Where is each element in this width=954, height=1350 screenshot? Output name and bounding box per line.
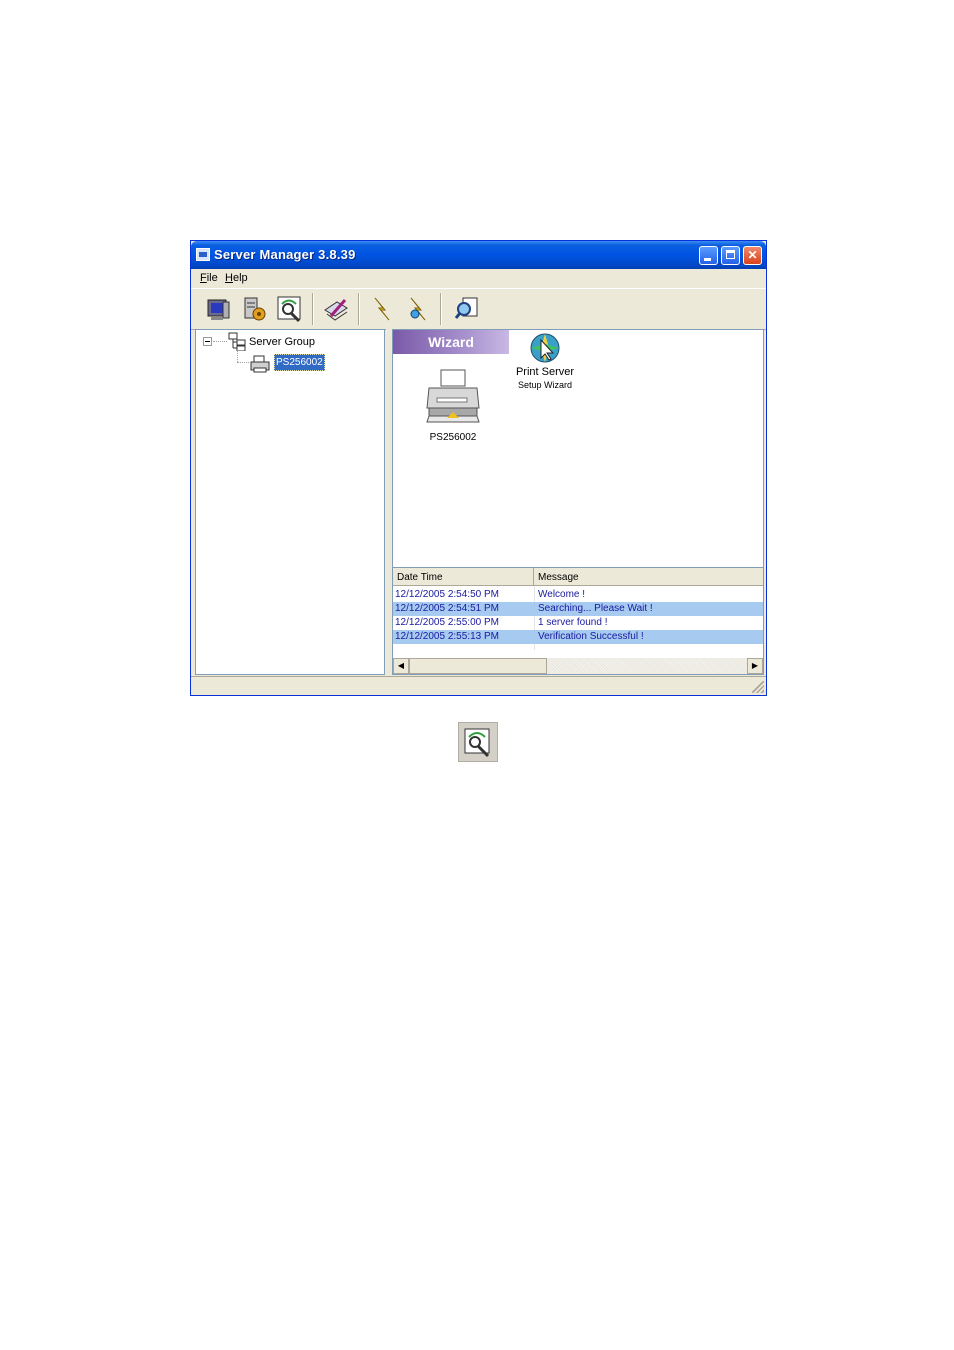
menu-file[interactable]: File (200, 272, 218, 284)
minimize-icon (704, 258, 711, 261)
tree-line (213, 341, 227, 342)
log-datetime: 12/12/2005 2:55:13 PM (395, 631, 499, 642)
toolbar-flash-reset-button[interactable] (403, 294, 433, 324)
log-message: Searching... Please Wait ! (538, 603, 653, 614)
printer-label: PS256002 (429, 432, 477, 443)
tree-collapse-toggle[interactable] (203, 337, 212, 346)
toolbar-search-verify-button[interactable] (275, 294, 305, 324)
search-verify-icon (277, 296, 301, 323)
log-row[interactable]: 12/12/2005 2:55:13 PM Verification Succe… (393, 630, 763, 644)
column-header-datetime[interactable]: Date Time (393, 568, 534, 586)
scroll-left-button[interactable]: ◀ (393, 658, 409, 674)
close-button[interactable]: ✕ (743, 246, 762, 265)
toolbar-flash-button[interactable] (367, 294, 397, 324)
setup-wizard-label-line1: Print Server (515, 366, 575, 378)
tree-item-server-group[interactable]: Server Group (249, 336, 315, 348)
log-datetime: 12/12/2005 2:55:00 PM (395, 617, 499, 628)
window-title: Server Manager 3.8.39 (214, 247, 356, 262)
server-tree[interactable]: Server Group PS256002 (195, 329, 385, 675)
toolbar-separator (312, 293, 314, 325)
toolbar-separator (358, 293, 360, 325)
maximize-button[interactable] (721, 246, 740, 265)
close-icon: ✕ (747, 248, 758, 262)
tree-item-ps256002[interactable]: PS256002 (274, 354, 325, 371)
search-verify-icon (464, 728, 490, 758)
flash-upgrade-icon (374, 297, 390, 321)
server-group-icon (228, 332, 246, 351)
status-bar (191, 676, 766, 695)
find-page-icon (454, 297, 478, 319)
tree-line (237, 350, 238, 362)
toolbar-separator (440, 293, 442, 325)
server-settings-icon (244, 297, 266, 321)
menu-bar: File Help (191, 269, 766, 288)
log-row[interactable]: 12/12/2005 2:54:50 PM Welcome ! (393, 588, 763, 602)
log-row[interactable]: 12/12/2005 2:54:51 PM Searching... Pleas… (393, 602, 763, 616)
toolbar-edit-button[interactable] (321, 294, 351, 324)
toolbar (191, 288, 766, 330)
toolbar-find-button[interactable] (453, 294, 483, 324)
print-server-icon (250, 355, 270, 373)
column-header-message[interactable]: Message (534, 568, 763, 586)
log-list: Date Time Message 12/12/2005 2:54:50 PM … (392, 567, 764, 675)
resize-grip-icon[interactable] (752, 681, 764, 693)
scroll-right-button[interactable]: ▶ (747, 658, 763, 674)
tree-line (237, 362, 249, 363)
edit-config-icon (324, 299, 348, 321)
setup-wizard-icon (530, 333, 560, 363)
toolbar-settings-button[interactable] (239, 294, 269, 324)
log-message: 1 server found ! (538, 617, 608, 628)
server-manager-window: Server Manager 3.8.39 ✕ File Help Server… (190, 240, 767, 696)
scroll-thumb[interactable] (409, 658, 547, 674)
printer-device[interactable]: PS256002 (423, 368, 483, 448)
title-bar[interactable]: Server Manager 3.8.39 ✕ (191, 241, 766, 269)
log-row[interactable]: 12/12/2005 2:55:00 PM 1 server found ! (393, 616, 763, 630)
printer-icon (426, 369, 480, 423)
search-verify-icon-callout (458, 722, 498, 762)
log-message: Verification Successful ! (538, 631, 644, 642)
wizard-banner: Wizard (393, 330, 509, 354)
toolbar-monitor-button[interactable] (203, 294, 233, 324)
device-view: Wizard PS256002 Print Server Setup Wizar… (392, 329, 764, 569)
minimize-button[interactable] (699, 246, 718, 265)
flash-reset-icon (410, 297, 426, 321)
arrow-right-icon: ▶ (751, 661, 759, 670)
monitor-icon (207, 299, 230, 320)
horizontal-scrollbar[interactable]: ◀ ▶ (393, 658, 763, 674)
log-datetime: 12/12/2005 2:54:51 PM (395, 603, 499, 614)
arrow-left-icon: ◀ (397, 661, 405, 670)
setup-wizard-label-line2: Setup Wizard (517, 380, 573, 390)
app-icon (196, 248, 210, 261)
setup-wizard-shortcut[interactable]: Print Server Setup Wizard (507, 332, 583, 396)
log-datetime: 12/12/2005 2:54:50 PM (395, 589, 499, 600)
menu-help[interactable]: Help (225, 272, 248, 284)
maximize-icon (726, 250, 735, 259)
log-message: Welcome ! (538, 589, 586, 600)
